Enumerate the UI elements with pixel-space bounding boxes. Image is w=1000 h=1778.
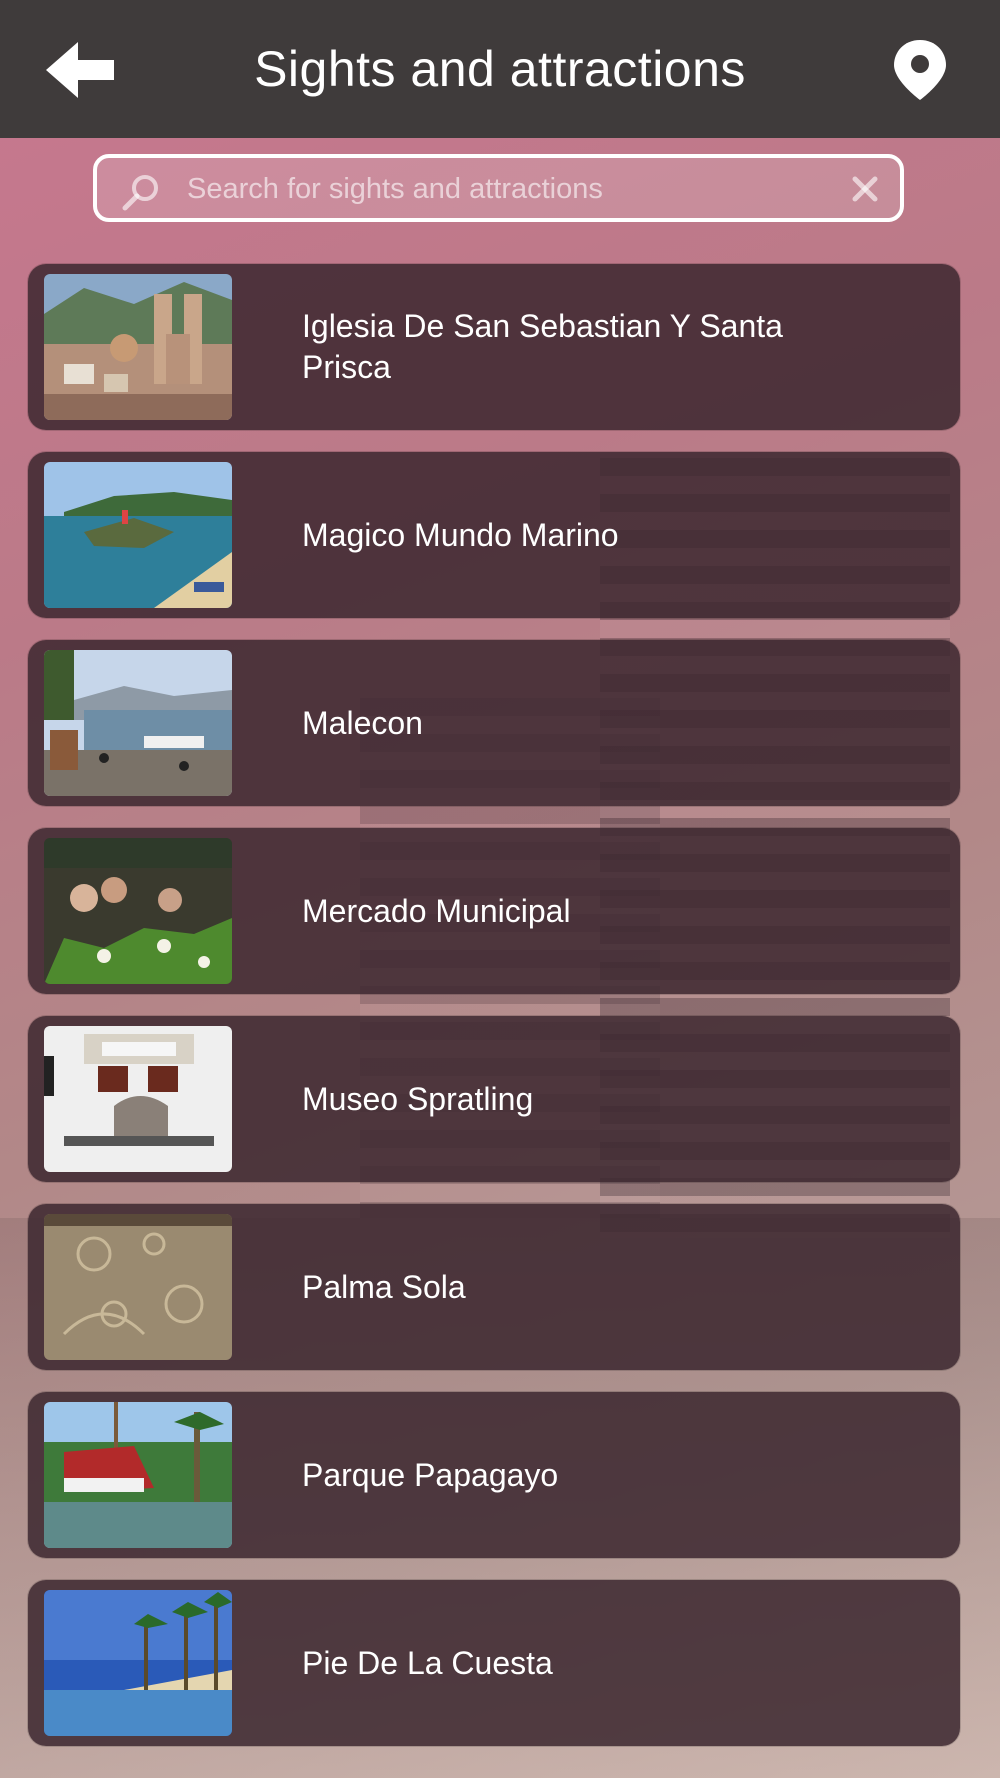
list-item-label: Parque Papagayo (302, 1456, 559, 1493)
list-item-label: Magico Mundo Marino (302, 516, 619, 553)
thumbnail-church (44, 274, 232, 420)
list-item-magico-mundo-marino[interactable]: Magico Mundo Marino (28, 452, 960, 618)
list-item-pie-de-la-cuesta[interactable]: Pie De La Cuesta (28, 1580, 960, 1746)
map-pin-icon (894, 40, 946, 100)
list-item-label: Palma Sola (302, 1268, 466, 1305)
list-item-museo-spratling[interactable]: Museo Spratling (28, 1016, 960, 1182)
list-item-label: Malecon (302, 704, 423, 741)
clear-search-icon[interactable] (850, 174, 880, 204)
search-icon (122, 175, 158, 211)
thumbnail-petroglyph (44, 1214, 232, 1360)
list-item-mercado-municipal[interactable]: Mercado Municipal (28, 828, 960, 994)
search-input[interactable] (185, 166, 829, 212)
list-item-parque-papagayo[interactable]: Parque Papagayo (28, 1392, 960, 1558)
thumbnail-park (44, 1402, 232, 1548)
list-item-label: Pie De La Cuesta (302, 1644, 553, 1681)
list-item-label: Museo Spratling (302, 1080, 534, 1117)
list-item-palma-sola[interactable]: Palma Sola (28, 1204, 960, 1370)
back-button[interactable] (44, 40, 116, 100)
app-header: Sights and attractions (0, 0, 1000, 138)
map-button[interactable] (890, 38, 950, 102)
search-bar (93, 154, 904, 222)
thumbnail-market (44, 838, 232, 984)
list-item-iglesia[interactable]: Iglesia De San Sebastian Y Santa Prisca (28, 264, 960, 430)
thumbnail-museum (44, 1026, 232, 1172)
list-item-label: Mercado Municipal (302, 892, 571, 929)
thumbnail-island (44, 462, 232, 608)
list-item-malecon[interactable]: Malecon (28, 640, 960, 806)
page-title: Sights and attractions (254, 41, 746, 97)
thumbnail-boardwalk (44, 650, 232, 796)
attractions-list: Iglesia De San Sebastian Y Santa Prisca … (28, 264, 960, 1768)
back-arrow-icon (46, 42, 114, 98)
list-item-label: Iglesia De San Sebastian Y Santa Prisca (302, 308, 783, 385)
thumbnail-beach (44, 1590, 232, 1736)
